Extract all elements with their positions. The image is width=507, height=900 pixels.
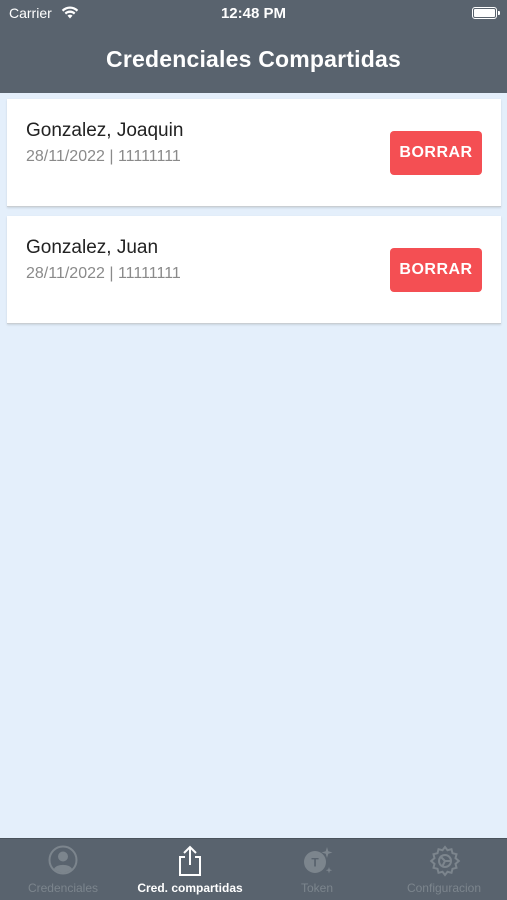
share-icon (175, 845, 205, 876)
navigation-bar: Credenciales Compartidas (0, 28, 507, 93)
token-icon: T (302, 845, 333, 875)
tab-label: Token (300, 881, 334, 895)
svg-text:T: T (311, 856, 319, 870)
credential-meta: 28/11/2022 | 11111111 (26, 265, 181, 282)
credential-meta: 28/11/2022 | 11111111 (26, 148, 181, 165)
page-title: Credenciales Compartidas (106, 46, 401, 72)
status-bar: Carrier 12:48 PM (0, 0, 507, 28)
tab-label: Credenciales (27, 881, 99, 895)
delete-button[interactable]: BORRAR (390, 248, 482, 292)
tab-credenciales[interactable]: Credenciales (0, 839, 126, 900)
credential-name: Gonzalez, Joaquin (26, 120, 184, 141)
tab-label: Configuracion (406, 881, 482, 895)
tab-label: Cred. compartidas (137, 881, 243, 895)
credential-card: Gonzalez, Juan 28/11/2022 | 11111111 BOR… (7, 216, 501, 324)
tab-configuracion[interactable]: Configuracion (381, 839, 507, 900)
credential-card: Gonzalez, Joaquin 28/11/2022 | 11111111 … (7, 99, 501, 207)
tab-cred-compartidas[interactable]: Cred. compartidas (127, 839, 253, 900)
clock: 12:48 PM (220, 5, 287, 22)
credential-name: Gonzalez, Juan (26, 237, 159, 258)
tab-bar: Credenciales Cred. compartidas T Token C… (0, 838, 507, 900)
delete-button[interactable]: BORRAR (390, 131, 482, 175)
person-icon (48, 845, 78, 875)
gear-icon (429, 845, 461, 877)
tab-token[interactable]: T Token (254, 839, 380, 900)
battery-icon (472, 7, 500, 19)
